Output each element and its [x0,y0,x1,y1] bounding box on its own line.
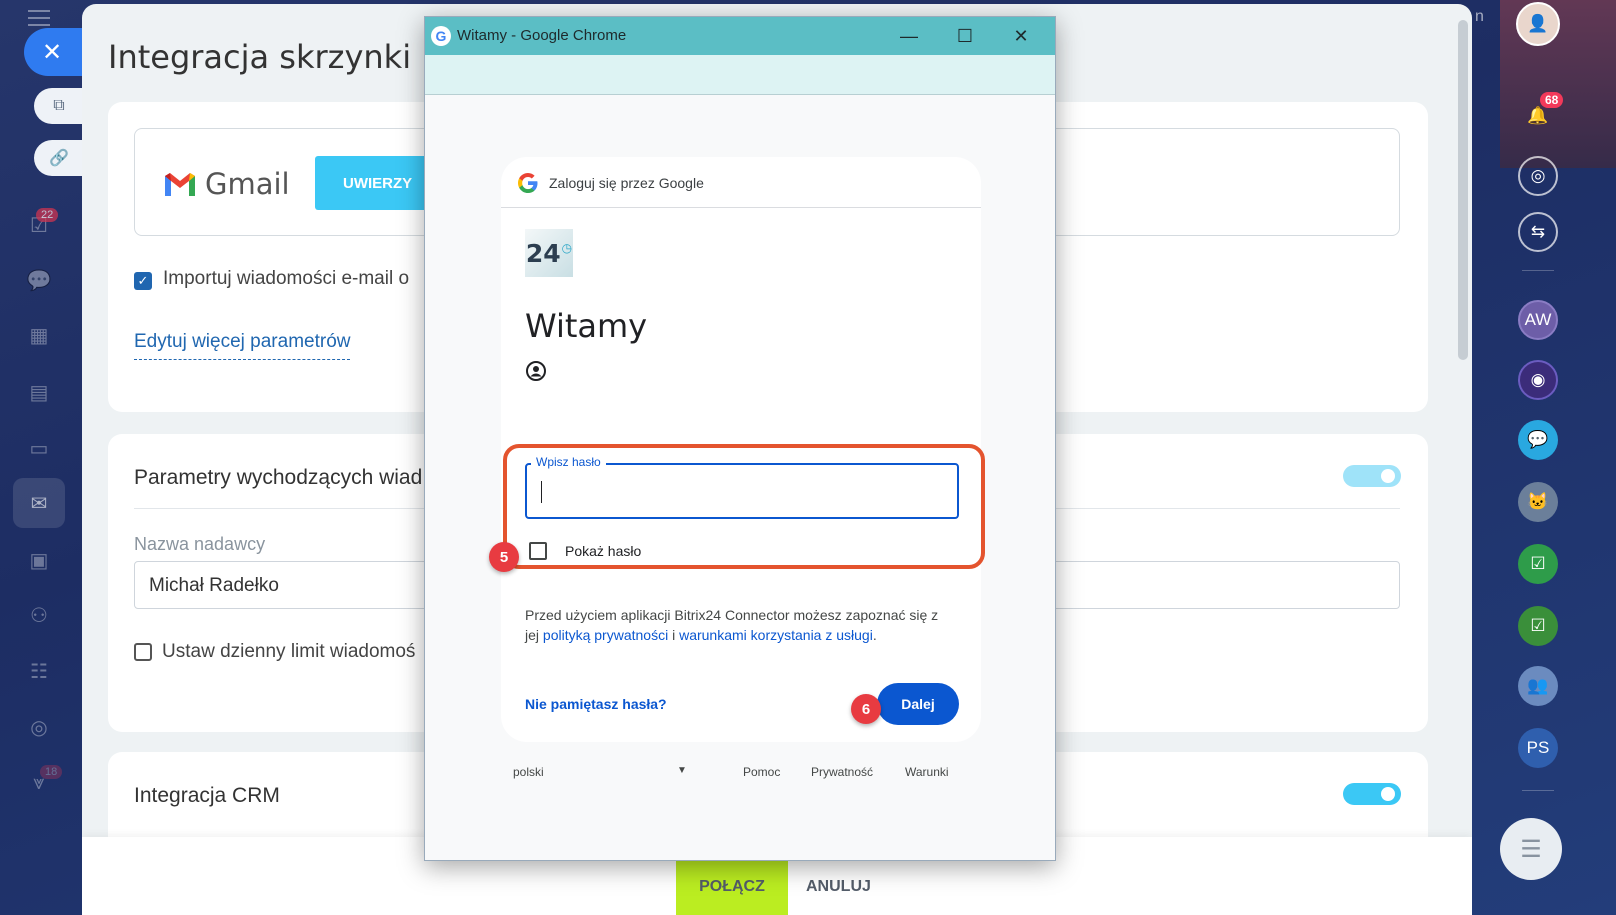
avatar-aw-initials: AW [1524,310,1552,329]
chat-icon[interactable]: 💬 [24,265,54,295]
app-logo-text: 24 [525,238,561,268]
language-select[interactable]: polski [513,765,544,779]
separator [1522,270,1554,271]
import-checkbox[interactable]: ✓ [134,272,152,290]
cancel-button[interactable]: ANULUJ [798,859,879,915]
top-fragment-text: n [1475,8,1484,25]
avatar-aw[interactable]: AW [1518,300,1558,340]
info-mid: i [668,627,680,643]
people-icon[interactable]: ⚇ [24,600,54,630]
forgot-password-link[interactable]: Nie pamiętasz hasła? [525,696,667,712]
step-marker-5: 5 [489,542,519,572]
right-sidebar: 👤 🔔 68 ◎ ⇆ AW ◉ 💬 🐱 ☑ ☑ 👥 PS ☰ [1500,0,1616,915]
monitor-icon[interactable]: ▣ [24,545,54,575]
mail-icon[interactable]: ✉ [24,488,54,518]
tasks-badge: 22 [36,208,59,222]
outgoing-params-title: Parametry wychodzących wiad [134,466,423,489]
privacy-link[interactable]: Prywatność [811,765,873,779]
edit-more-params-link[interactable]: Edytuj więcej parametrów [134,331,351,360]
task-chat-icon-2[interactable]: ☑ [1518,606,1558,646]
help-link[interactable]: Pomoc [743,765,780,779]
chat-list-fab[interactable]: ☰ [1500,818,1562,880]
left-sidebar: ✕ ⧉ 🔗 ☑ 22 💬 ▦ ▤ ▭ ✉ ▣ ⚇ ☷ ◎ ⩔ 18 [0,0,84,915]
welcome-heading: Witamy [525,307,648,345]
address-strip [425,55,1055,95]
link-icon: 🔗 [49,150,69,167]
calendar-icon[interactable]: ▦ [24,320,54,350]
next-button[interactable]: Dalej [877,683,959,725]
copy-link-button[interactable]: 🔗 [34,140,84,176]
avatar-ps[interactable]: PS [1518,728,1558,768]
minimize-icon[interactable]: — [881,17,937,55]
external-link-icon: ⧉ [53,97,65,114]
password-highlight-box [503,444,985,569]
close-slider-button[interactable]: ✕ [24,28,84,76]
chrome-google-icon: G [431,26,451,46]
info-suffix: . [872,627,877,643]
google-signin-card: Zaloguj się przez Google 24 ◷ Witamy Wpis… [489,157,985,742]
menu-icon[interactable] [28,10,50,26]
chevron-down-icon[interactable]: ▼ [677,765,687,776]
privacy-info-text: Przed użyciem aplikacji Bitrix24 Connect… [525,605,945,645]
checkmark-icon: ✓ [137,273,149,288]
sync-chat-icon[interactable]: ⇆ [1518,212,1558,252]
crm-integration-title: Integracja CRM [134,784,280,807]
faded-badge: 18 [40,765,63,779]
separator [1522,790,1554,791]
document-icon[interactable]: ▤ [24,377,54,407]
gmail-icon [165,173,195,196]
notifications-badge: 68 [1540,92,1564,108]
privacy-policy-link[interactable]: polityką prywatności [543,627,668,643]
daily-limit-label: Ustaw dzienny limit wiadomoś [162,641,416,662]
close-icon[interactable]: ✕ [993,17,1049,55]
chrome-popup-window: G Witamy - Google Chrome — ☐ ✕ Zaloguj s… [424,16,1056,861]
panel-scrollbar[interactable] [1458,20,1468,360]
import-checkbox-label: Importuj wiadomości e-mail o [163,268,410,289]
gmail-logo: Gmail [163,167,290,201]
signin-header-text: Zaloguj się przez Google [549,175,704,191]
avatar-ps-initials: PS [1526,738,1550,757]
daily-limit-checkbox[interactable] [134,643,152,661]
step-marker-6: 6 [851,694,881,724]
connect-button[interactable]: POŁĄCZ [676,859,788,915]
list-icon[interactable]: ☷ [24,656,54,686]
list-icon: ☰ [1520,835,1542,863]
sender-name-label: Nazwa nadawcy [134,534,266,554]
page-title: Integracja skrzynki p [108,38,442,76]
outgoing-params-toggle[interactable] [1343,465,1401,487]
gmail-label: Gmail [205,167,290,201]
bot-avatar-icon[interactable]: 🐱 [1518,482,1558,522]
google-logo-icon [518,173,538,193]
open-in-new-window-button[interactable]: ⧉ [34,88,84,124]
bitrix24-app-logo: 24 ◷ [525,229,573,277]
open-channel-chat-icon[interactable]: 💬 [1518,420,1558,460]
group-chat-icon[interactable]: 👥 [1518,666,1558,706]
maximize-icon[interactable]: ☐ [937,17,993,55]
copilot-chat-icon[interactable]: ◉ [1518,360,1558,400]
close-icon: ✕ [41,38,63,66]
clock-icon: ◷ [561,241,573,255]
chrome-window-title: Witamy - Google Chrome [457,27,627,44]
signin-header: Zaloguj się przez Google [501,157,981,208]
terms-link[interactable]: Warunki [905,765,949,779]
terms-of-service-link[interactable]: warunkami korzystania z usługi [679,627,873,643]
crm-integration-toggle[interactable] [1343,783,1401,805]
account-circle-icon[interactable] [525,360,547,382]
target-icon[interactable]: ◎ [24,712,54,742]
task-chat-icon[interactable]: ☑ [1518,544,1558,584]
bitrix-copilot-icon[interactable]: ◎ [1518,156,1558,196]
user-avatar[interactable]: 👤 [1516,2,1560,46]
card-icon[interactable]: ▭ [24,433,54,463]
chrome-titlebar: G Witamy - Google Chrome — ☐ ✕ [425,17,1055,55]
